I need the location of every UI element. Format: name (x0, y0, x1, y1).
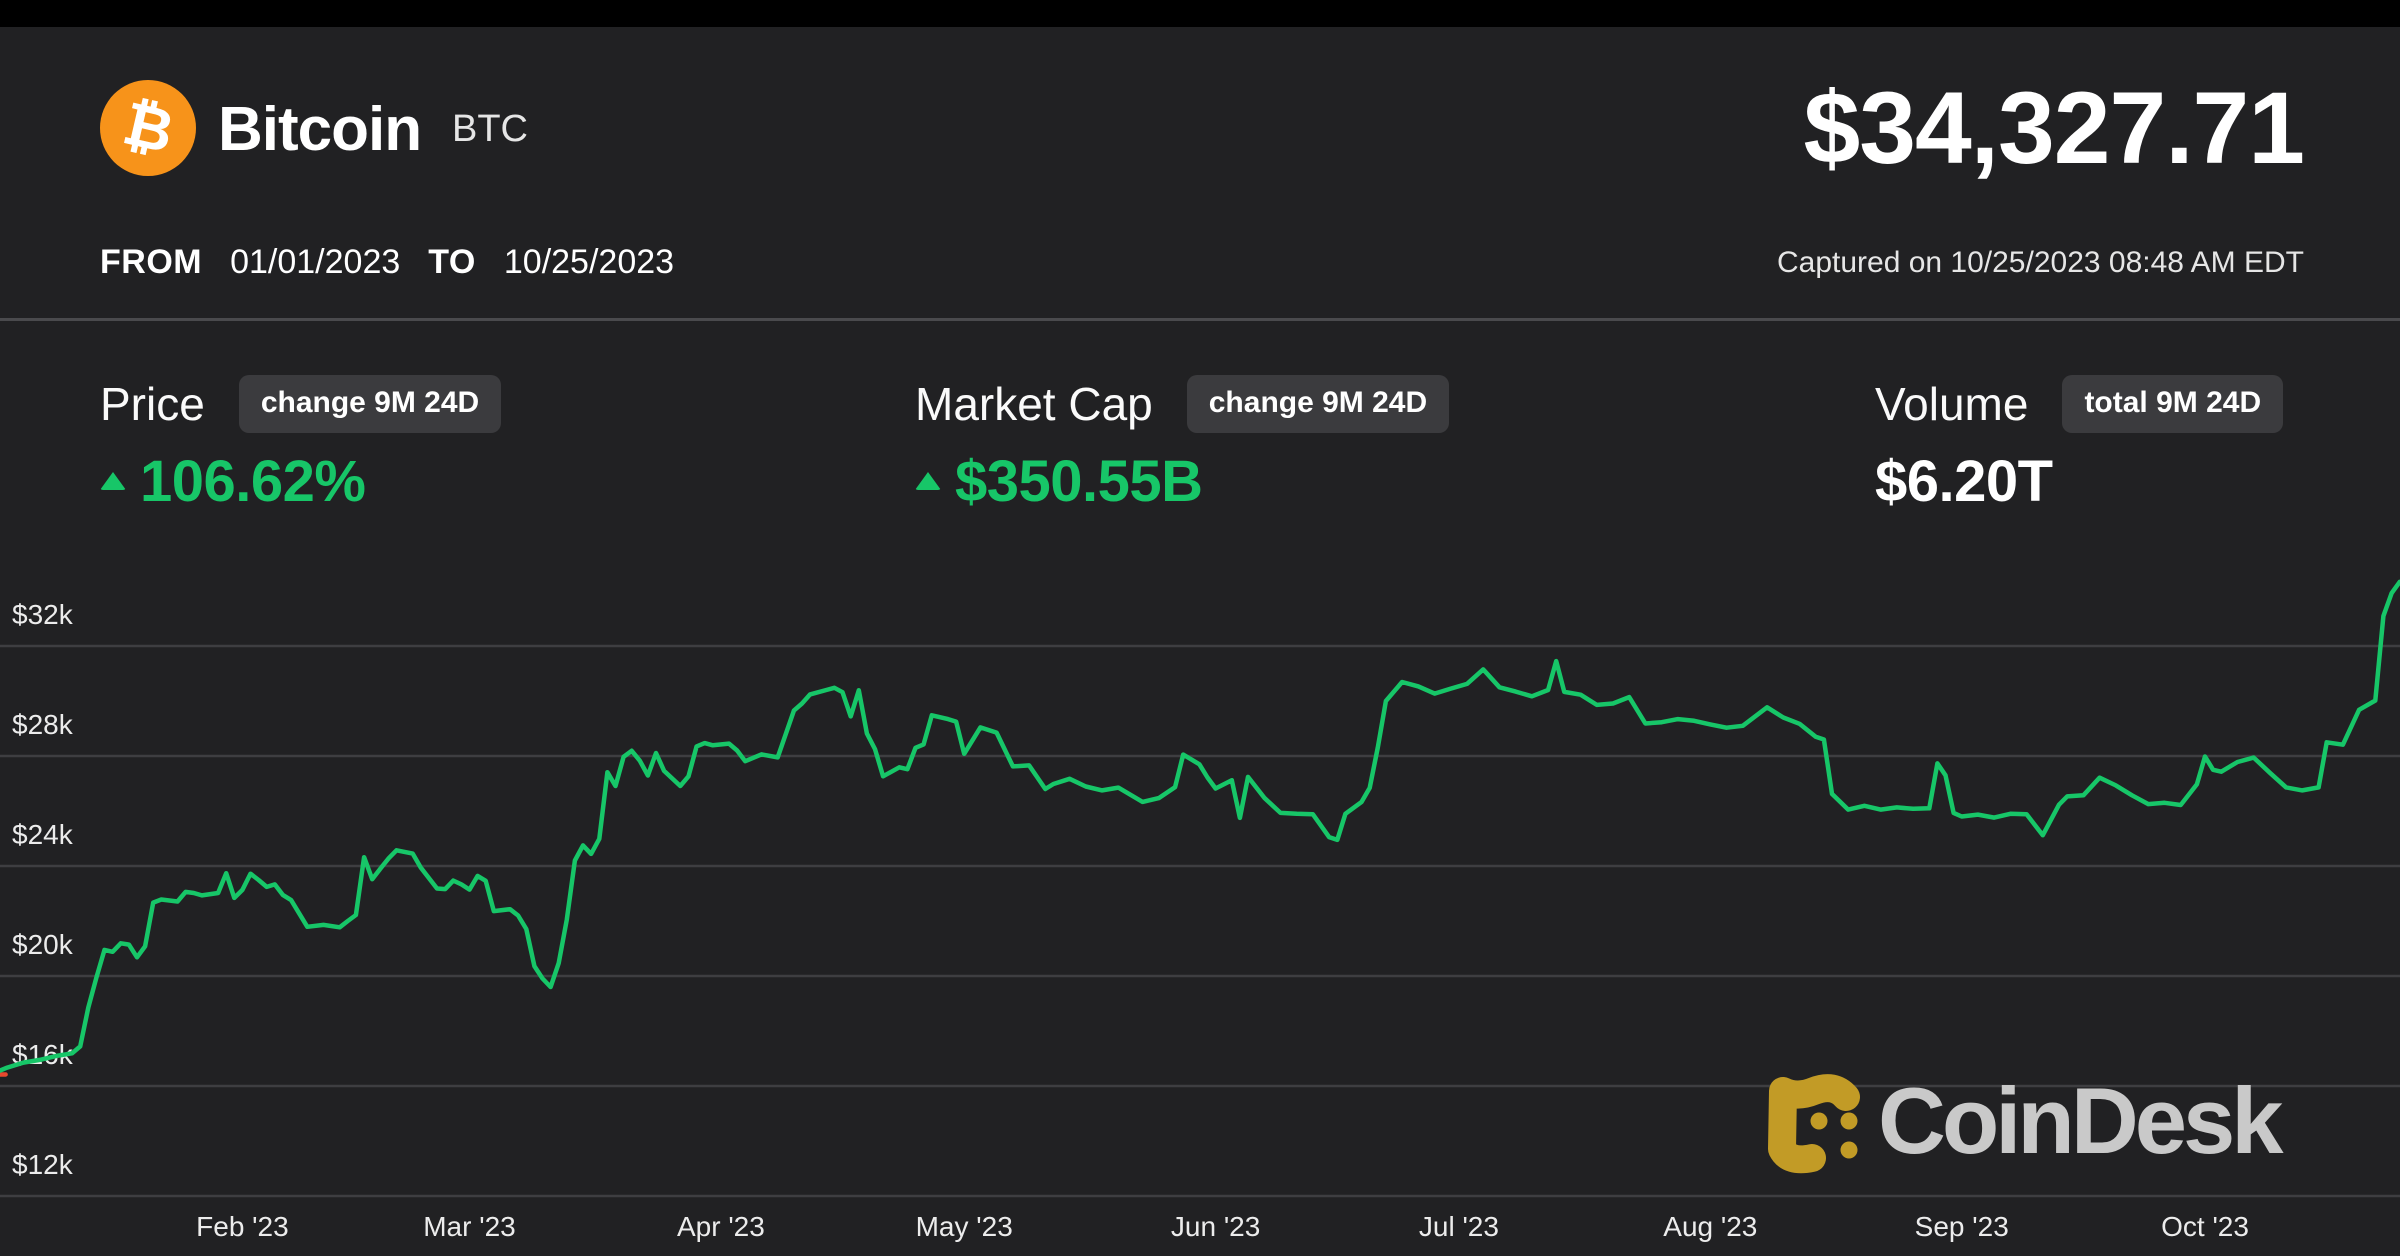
stat-volume-value-row: $6.20T (1875, 452, 2283, 510)
stat-market-cap: Market Cap change 9M 24D $350.55B (915, 372, 1449, 510)
coin-symbol: BTC (452, 108, 528, 151)
to-date: 10/25/2023 (504, 243, 674, 282)
arrow-up-icon (915, 472, 941, 490)
x-tick-label: Jul '23 (1419, 1211, 1499, 1242)
to-label: TO (428, 243, 476, 282)
stat-price-value-row: 106.62% (100, 452, 501, 510)
stat-price-head: Price change 9M 24D (100, 372, 501, 436)
stat-volume: Volume total 9M 24D $6.20T (1875, 372, 2283, 510)
header-divider (0, 318, 2400, 321)
stat-volume-label: Volume (1875, 377, 2028, 431)
bitcoin-b-glyph: ₿ (117, 93, 178, 162)
coindesk-logo-text: CoinDesk (1878, 1074, 2280, 1168)
bitcoin-logo-icon: ₿ (100, 80, 196, 176)
stat-price-badge: change 9M 24D (239, 375, 501, 433)
x-tick-label: Apr '23 (677, 1211, 765, 1242)
x-tick-label: Mar '23 (423, 1211, 516, 1242)
y-tick-label: $12k (12, 1149, 74, 1180)
from-label: FROM (100, 243, 202, 282)
stat-market-cap-head: Market Cap change 9M 24D (915, 372, 1449, 436)
x-tick-label: Sep '23 (1915, 1211, 2009, 1242)
coindesk-mark-dot (1841, 1142, 1858, 1159)
x-tick-label: Aug '23 (1663, 1211, 1757, 1242)
from-date: 01/01/2023 (230, 243, 400, 282)
stat-market-cap-value-row: $350.55B (915, 452, 1449, 510)
price-line-series (0, 582, 2400, 1071)
current-price: $34,327.71 (1804, 70, 2305, 187)
top-black-bar (0, 0, 2400, 27)
y-tick-label: $20k (12, 929, 74, 960)
stat-volume-badge: total 9M 24D (2062, 375, 2283, 433)
x-tick-label: May '23 (916, 1211, 1013, 1242)
coindesk-mark-dot (1841, 1113, 1858, 1130)
y-tick-label: $28k (12, 709, 74, 740)
stat-market-cap-label: Market Cap (915, 377, 1153, 431)
x-tick-label: Oct '23 (2161, 1211, 2249, 1242)
arrow-up-icon (100, 472, 126, 490)
date-range-row: FROM 01/01/2023 TO 10/25/2023 (100, 243, 674, 282)
stat-market-cap-value: $350.55B (955, 448, 1203, 515)
coin-name: Bitcoin (218, 94, 421, 165)
x-tick-label: Feb '23 (196, 1211, 289, 1242)
x-tick-label: Jun '23 (1171, 1211, 1260, 1242)
captured-timestamp: Captured on 10/25/2023 08:48 AM EDT (1777, 246, 2304, 280)
coindesk-mark-dot (1811, 1113, 1828, 1130)
stat-price-label: Price (100, 377, 205, 431)
stat-price-value: 106.62% (140, 448, 365, 515)
stat-volume-value: $6.20T (1875, 448, 2053, 515)
stat-market-cap-badge: change 9M 24D (1187, 375, 1449, 433)
coindesk-bitcoin-price-card: ₿ Bitcoin BTC FROM 01/01/2023 TO 10/25/2… (0, 0, 2400, 1256)
y-tick-label: $32k (12, 599, 74, 630)
stat-volume-head: Volume total 9M 24D (1875, 372, 2283, 436)
y-tick-label: $24k (12, 819, 74, 850)
stat-price: Price change 9M 24D 106.62% (100, 372, 501, 510)
